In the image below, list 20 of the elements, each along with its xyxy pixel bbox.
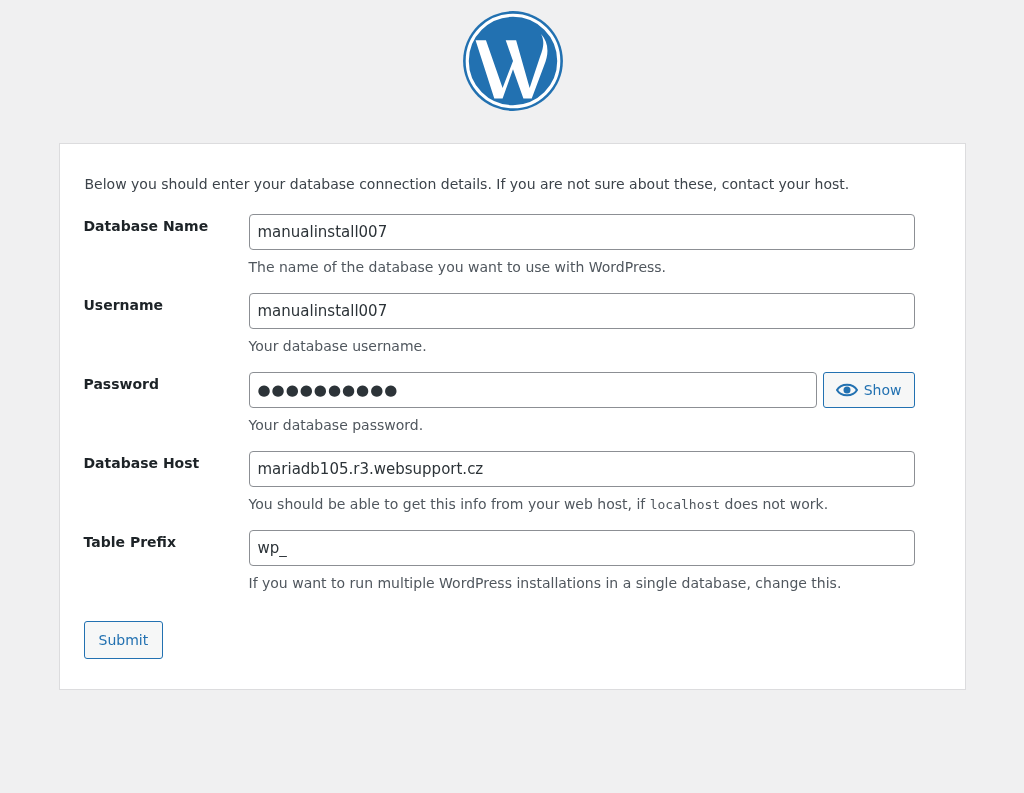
field-label: Database Host [83, 454, 201, 473]
submit-button[interactable]: Submit [83, 621, 164, 659]
logo-icon [461, 9, 565, 113]
intro-text: Below you should enter your database connection details. If you are not sure about these, contact your host. [84, 176, 851, 192]
text-field[interactable]: manualinstall007 [248, 293, 915, 329]
help-text: You should be able to get this info from your web host, if localhost does not work. [248, 496, 830, 512]
field-label: Password [83, 375, 160, 394]
text-field[interactable]: wp_ [248, 530, 915, 566]
text-field[interactable]: mariadb105.r3.websupport.cz [248, 451, 915, 487]
field-label: Database Name [83, 217, 210, 236]
help-text: Your database password. [248, 417, 425, 433]
help-text: The name of the database you want to use with WordPress. [248, 259, 668, 275]
help-text: Your database username. [248, 338, 428, 354]
field-label: Table Prefix [83, 533, 177, 552]
text-field[interactable]: manualinstall007 [248, 214, 915, 250]
help-text: If you want to run multiple WordPress installations in a single database, change this. [248, 575, 843, 591]
password-field[interactable]: ●●●●●●●●●● [248, 372, 817, 408]
field-label: Username [83, 296, 165, 315]
show-password-button[interactable]: Show [822, 372, 915, 408]
eye-icon [835, 383, 858, 397]
